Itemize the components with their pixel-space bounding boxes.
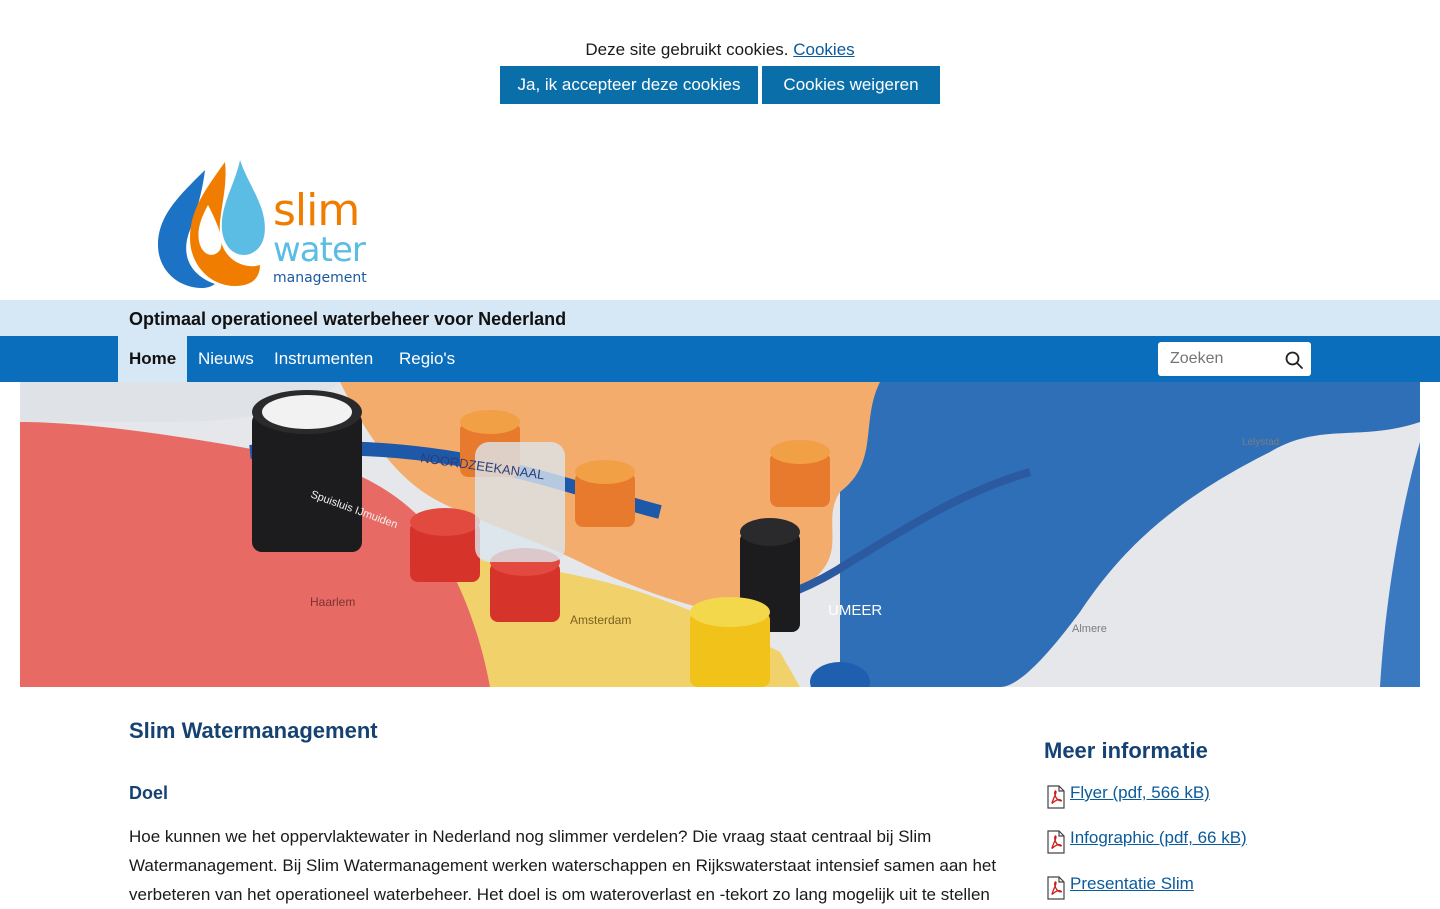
pdf-icon — [1047, 785, 1065, 809]
map-label-umeer: UMEER — [828, 602, 882, 619]
section-title-doel: Doel — [129, 783, 169, 803]
logo-management-text: management — [273, 270, 367, 286]
infographic-link[interactable]: Infographic (pdf, 66 kB) — [1070, 828, 1247, 848]
cookies-link[interactable]: Cookies — [793, 40, 854, 59]
nav-item-regios[interactable]: Regio's — [388, 336, 466, 382]
pdf-icon — [1047, 876, 1065, 900]
map-label-haarlem: Haarlem — [310, 595, 355, 609]
page-title: Slim Watermanagement — [129, 718, 378, 743]
logo-water-text: water — [273, 230, 366, 270]
aside-title: Meer informatie — [1044, 738, 1208, 763]
search-input[interactable] — [1158, 342, 1278, 376]
accept-cookies-button[interactable]: Ja, ik accepteer deze cookies — [500, 66, 758, 104]
nav-item-home[interactable]: Home — [118, 336, 188, 382]
water-drop-logo-icon — [158, 160, 265, 288]
map-label-amsterdam: Amsterdam — [570, 613, 631, 627]
main-navigation: Home Nieuws Instrumenten Regio's — [0, 336, 1440, 382]
tagline-bar: Optimaal operationeel waterbeheer voor N… — [0, 300, 1440, 336]
water-map-illustration: Spuisluis IJmuiden NOORDZEEKANAAL Haarle… — [20, 382, 1420, 687]
hero-image: Spuisluis IJmuiden NOORDZEEKANAAL Haarle… — [20, 382, 1420, 687]
nav-item-instrumenten[interactable]: Instrumenten — [263, 336, 384, 382]
cookie-message: Deze site gebruikt cookies. Cookies — [0, 40, 1440, 60]
search-icon[interactable] — [1284, 350, 1304, 370]
logo-slim-text: slim — [273, 185, 360, 236]
nav-item-nieuws[interactable]: Nieuws — [187, 336, 265, 382]
decline-cookies-button[interactable]: Cookies weigeren — [762, 66, 940, 104]
pdf-icon — [1047, 830, 1065, 854]
cookie-bar: Deze site gebruikt cookies. Cookies Ja, … — [0, 0, 1440, 130]
intro-paragraph: Hoe kunnen we het oppervlaktewater in Ne… — [129, 827, 997, 904]
site-tagline: Optimaal operationeel waterbeheer voor N… — [129, 309, 567, 329]
map-label-lelystad: Lelystad — [1242, 437, 1279, 448]
search-box — [1158, 342, 1311, 376]
site-logo[interactable]: slim water management — [150, 150, 390, 295]
presentatie-link[interactable]: Presentatie Slim — [1070, 874, 1194, 894]
flyer-link[interactable]: Flyer (pdf, 566 kB) — [1070, 783, 1210, 803]
map-label-almere: Almere — [1072, 623, 1107, 635]
cookie-message-text: Deze site gebruikt cookies. — [585, 40, 789, 59]
